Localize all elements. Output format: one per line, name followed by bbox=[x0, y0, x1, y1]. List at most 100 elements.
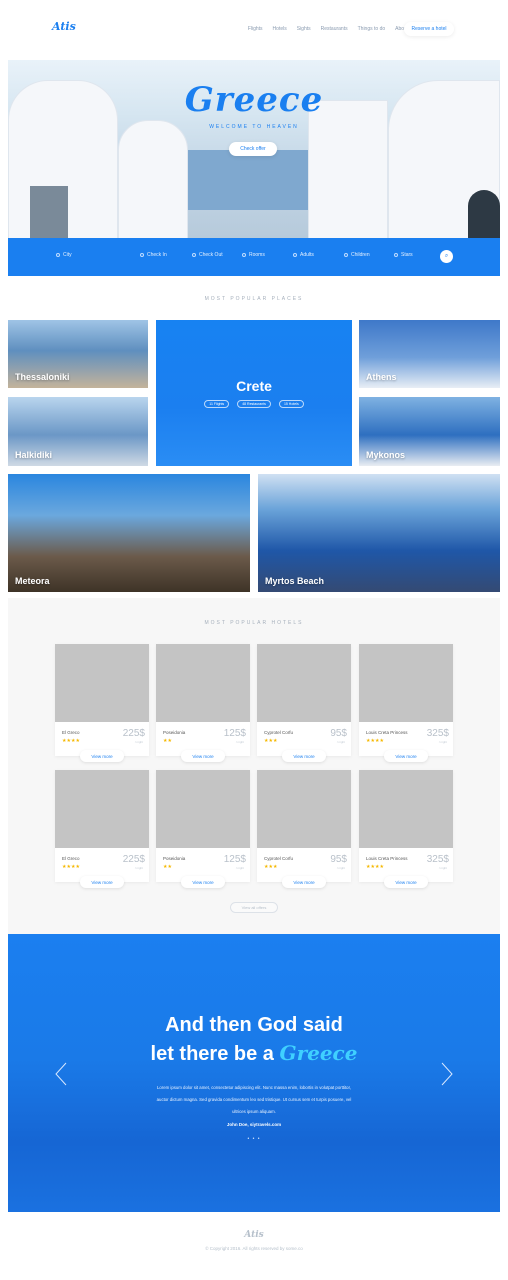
logo[interactable]: Atis bbox=[52, 20, 76, 33]
hotel-card[interactable]: Louis Creta Princess ★★★★ 325$ / night V… bbox=[359, 770, 453, 888]
hotel-name: El Greco bbox=[62, 856, 80, 861]
place-label: Athens bbox=[366, 372, 397, 382]
hotel-stars: ★★★ bbox=[264, 864, 278, 870]
page: Atis Flights Hotels Sights Restaurants T… bbox=[8, 0, 500, 1280]
price-note: / night bbox=[336, 740, 345, 744]
hotels-count: 15 Hotels bbox=[278, 400, 304, 408]
search-icon: ⌕ bbox=[444, 253, 449, 259]
crete-stats: 11 Flights 48 Restaurants 15 Hotels bbox=[156, 400, 352, 408]
price-note: / night bbox=[235, 740, 244, 744]
place-tile-thessaloniki[interactable]: Thessaloniki bbox=[8, 320, 148, 388]
hotel-name: Cyprotel Corfu bbox=[264, 856, 294, 861]
hotel-stars: ★★★ bbox=[264, 738, 278, 744]
hotel-card[interactable]: El Greco ★★★★ 225$ / night View more bbox=[55, 644, 149, 762]
quote-accent-word: Greece bbox=[279, 1041, 358, 1065]
hotel-image bbox=[156, 770, 250, 848]
view-more-button[interactable]: View more bbox=[282, 876, 326, 888]
quote-line-2: let there be a Greece bbox=[8, 1041, 500, 1066]
chevron-left-icon[interactable] bbox=[54, 1062, 68, 1086]
hotel-name: Cyprotel Corfu bbox=[264, 730, 294, 735]
rooms-field[interactable]: Rooms bbox=[242, 252, 265, 258]
view-more-button[interactable]: View more bbox=[181, 750, 225, 762]
quote-section: And then God said let there be a Greece … bbox=[8, 934, 500, 1212]
view-more-button[interactable]: View more bbox=[282, 750, 326, 762]
place-tile-crete[interactable]: Crete 11 Flights 48 Restaurants 15 Hotel… bbox=[156, 320, 352, 466]
hotel-card[interactable]: Poseidonia ★★ 125$ / night View more bbox=[156, 770, 250, 888]
hotel-price: 125$ bbox=[223, 854, 246, 865]
nav-item-flights[interactable]: Flights bbox=[248, 26, 263, 32]
quote-line-1: And then God said bbox=[165, 1014, 343, 1036]
place-label: Myrtos Beach bbox=[265, 576, 325, 586]
price-note: / night bbox=[235, 866, 244, 870]
hotel-card[interactable]: Cyprotel Corfu ★★★ 95$ / night View more bbox=[257, 644, 351, 762]
check-in-field[interactable]: Check In bbox=[140, 252, 167, 258]
view-more-button[interactable]: View more bbox=[80, 876, 124, 888]
check-in-label: Check In bbox=[147, 252, 167, 258]
hero-building-center bbox=[118, 120, 188, 238]
hotel-name: Louis Creta Princess bbox=[366, 730, 408, 735]
child-icon bbox=[344, 253, 348, 257]
nav-item-restaurants[interactable]: Restaurants bbox=[321, 26, 348, 32]
hotel-name: El Greco bbox=[62, 730, 80, 735]
popular-hotels-title: MOST POPULAR HOTELS bbox=[204, 620, 304, 626]
hotel-image bbox=[359, 770, 453, 848]
hotel-card[interactable]: Poseidonia ★★ 125$ / night View more bbox=[156, 644, 250, 762]
hotel-stars: ★★ bbox=[163, 738, 172, 744]
view-more-button[interactable]: View more bbox=[384, 750, 428, 762]
calendar-icon bbox=[140, 253, 144, 257]
hotel-card[interactable]: El Greco ★★★★ 225$ / night View more bbox=[55, 770, 149, 888]
city-label: City bbox=[63, 252, 72, 258]
footer-logo[interactable]: Atis bbox=[8, 1230, 500, 1240]
hotel-stars: ★★ bbox=[163, 864, 172, 870]
slider-dots[interactable]: • • • bbox=[8, 1136, 500, 1142]
calendar-icon bbox=[192, 253, 196, 257]
place-label: Meteora bbox=[15, 576, 50, 586]
hero-building-right bbox=[308, 100, 388, 238]
hotel-image bbox=[359, 644, 453, 722]
view-more-button[interactable]: View more bbox=[80, 750, 124, 762]
hotel-price: 225$ bbox=[122, 728, 145, 739]
hotel-name: Poseidonia bbox=[163, 856, 186, 861]
check-out-field[interactable]: Check Out bbox=[192, 252, 223, 258]
quote-author: John Doe, siytravels.com bbox=[226, 1122, 282, 1127]
chevron-right-icon[interactable] bbox=[440, 1062, 454, 1086]
hotel-card[interactable]: Cyprotel Corfu ★★★ 95$ / night View more bbox=[257, 770, 351, 888]
search-button[interactable]: ⌕ bbox=[440, 250, 453, 263]
hero: Greece WELCOME TO HEAVEN Check offer bbox=[8, 60, 500, 238]
reserve-hotel-button[interactable]: Reserve a hotel bbox=[404, 22, 454, 36]
place-tile-athens[interactable]: Athens bbox=[359, 320, 500, 388]
hotel-price: 125$ bbox=[223, 728, 246, 739]
children-field[interactable]: Children bbox=[344, 252, 370, 258]
check-offer-button[interactable]: Check offer bbox=[229, 142, 277, 156]
place-tile-meteora[interactable]: Meteora bbox=[8, 474, 250, 592]
hotel-price: 95$ bbox=[330, 854, 347, 865]
adults-field[interactable]: Adults bbox=[293, 252, 314, 258]
hero-title: Greece bbox=[184, 80, 324, 120]
place-tile-mykonos[interactable]: Mykonos bbox=[359, 397, 500, 466]
view-all-offers-button[interactable]: View all offers bbox=[230, 902, 278, 913]
view-more-button[interactable]: View more bbox=[384, 876, 428, 888]
nav-item-hotels[interactable]: Hotels bbox=[273, 26, 287, 32]
place-label: Crete bbox=[236, 378, 272, 394]
nav-item-things-to-do[interactable]: Things to do bbox=[358, 26, 386, 32]
city-field[interactable]: City bbox=[56, 252, 72, 258]
hero-arch bbox=[468, 190, 500, 238]
hotel-stars: ★★★★ bbox=[62, 864, 80, 870]
place-tile-myrtos-beach[interactable]: Myrtos Beach bbox=[258, 474, 500, 592]
hotel-image bbox=[257, 770, 351, 848]
place-label: Halkidiki bbox=[15, 450, 53, 460]
stars-field[interactable]: Stars bbox=[394, 252, 413, 258]
hotel-card[interactable]: Louis Creta Princess ★★★★ 325$ / night V… bbox=[359, 644, 453, 762]
hotel-name: Louis Creta Princess bbox=[366, 856, 408, 861]
hotel-name: Poseidonia bbox=[163, 730, 186, 735]
price-note: / night bbox=[438, 866, 447, 870]
adults-label: Adults bbox=[300, 252, 314, 258]
stars-label: Stars bbox=[401, 252, 413, 258]
nav-item-sights[interactable]: Sights bbox=[297, 26, 311, 32]
place-label: Thessaloniki bbox=[15, 372, 70, 382]
hotel-image bbox=[55, 644, 149, 722]
hotel-image bbox=[55, 770, 149, 848]
place-tile-halkidiki[interactable]: Halkidiki bbox=[8, 397, 148, 466]
view-more-button[interactable]: View more bbox=[181, 876, 225, 888]
hotel-stars: ★★★★ bbox=[366, 738, 384, 744]
